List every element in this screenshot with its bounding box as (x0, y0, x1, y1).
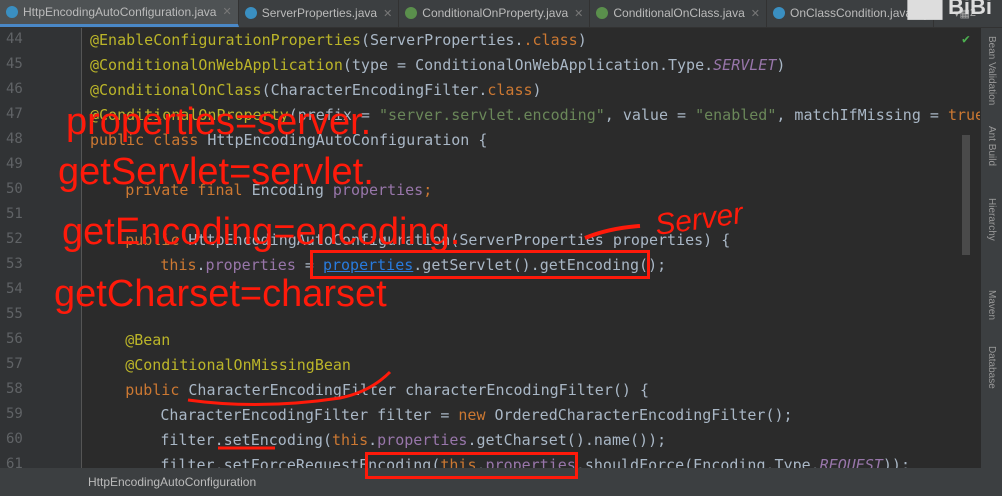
scribble-dash (584, 224, 641, 240)
annotation-scribbles (187, 224, 641, 450)
underline-characterencodingfilter (187, 370, 392, 407)
